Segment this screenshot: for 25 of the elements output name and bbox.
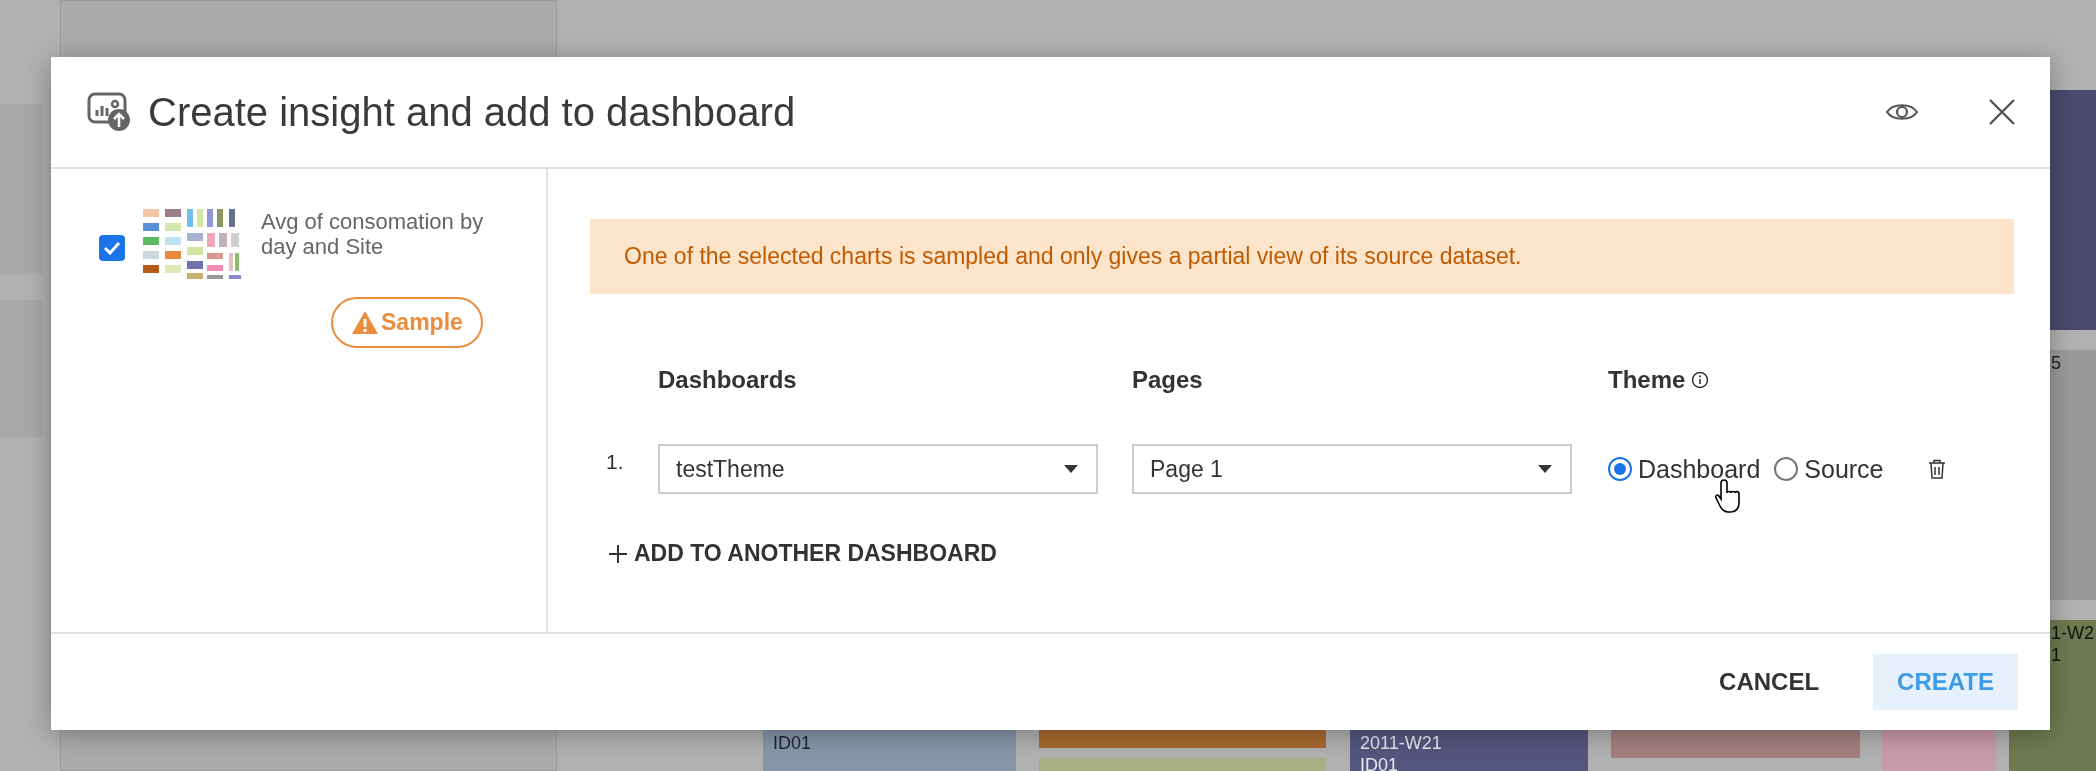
info-icon (1691, 371, 1710, 389)
dashboard-select[interactable]: testTheme (658, 444, 1098, 494)
page-select[interactable]: Page 1 (1132, 444, 1572, 494)
tile-label: 2011-W21 ID01 (1359, 732, 1443, 771)
checkbox[interactable] (99, 235, 125, 261)
dialog-title: Create insight and add to dashboard (148, 89, 797, 135)
warning-banner: One of the selected charts is sampled and only gives a partial view of its source dataset. (590, 219, 2014, 294)
column-header: Dashboards (658, 366, 797, 394)
plus-icon (608, 543, 628, 564)
sample-badge: Sample (331, 297, 483, 348)
column-header: Theme (1608, 366, 1686, 394)
theme-radio[interactable]: Source (1774, 454, 1884, 484)
cancel-button[interactable]: CANCEL (1695, 654, 1844, 710)
tile-label: 5 (2050, 352, 2061, 374)
row-number: 1. (605, 450, 625, 474)
chart-label: Avg of consomation by day and Site (261, 209, 485, 259)
checkmark-icon (103, 241, 121, 255)
trash-icon[interactable] (1927, 459, 1946, 479)
tile-label: ID01 (772, 732, 813, 755)
add-dashboard-link[interactable]: ADD TO ANOTHER DASHBOARD (590, 540, 997, 567)
tile-label: 1-W2 1 (2050, 622, 2094, 666)
caret-icon (1538, 465, 1552, 473)
insight-upload-icon (87, 92, 131, 132)
column-header: Pages (1132, 366, 1203, 394)
caret-icon (1064, 465, 1078, 473)
